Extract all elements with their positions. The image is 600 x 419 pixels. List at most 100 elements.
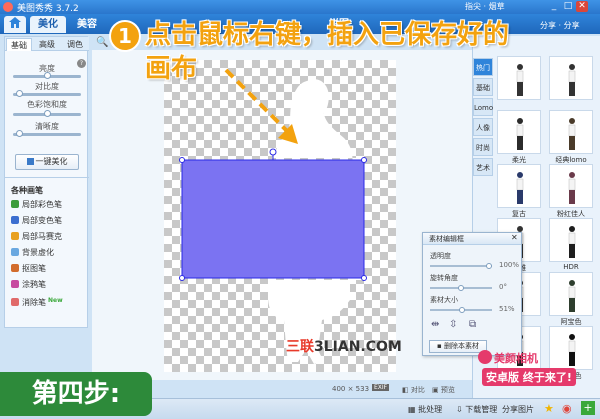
sharpness-label: 清晰度 (35, 122, 59, 131)
add-icon[interactable]: + (581, 401, 595, 415)
tab-basic[interactable]: 基础 (6, 38, 32, 51)
canvas-overlay (179, 68, 367, 365)
brush-icon (11, 248, 19, 256)
brush-item[interactable]: 涂鸦笔 (11, 279, 46, 290)
brush-label: 局部彩色笔 (22, 200, 62, 209)
effect-category-tab[interactable]: Lomo (473, 98, 493, 116)
user-info[interactable]: 指尖 · 烟草 (465, 1, 505, 12)
help-icon[interactable]: ? (77, 59, 86, 68)
material-editor-panel: 素材编辑框 ✕ 透明度 100% 旋转角度 0° 素材大小 51% ⇹ ⇳ ⧉ … (422, 232, 522, 356)
step-number-badge: 1 (109, 20, 141, 52)
download-label: 下载管理 (465, 405, 498, 414)
app-logo-icon (3, 2, 13, 12)
effect-category-tab[interactable]: 人像 (473, 118, 493, 136)
adjust-panel: 基础 高级 调色 亮度 ? 对比度 色彩饱和度 清晰度 一键美化 各种画笔 局部… (4, 36, 89, 328)
exif-badge[interactable]: EXIF (372, 384, 390, 391)
brush-label: 抠图笔 (22, 264, 46, 273)
person-figure (514, 117, 526, 151)
auto-beautify-button[interactable]: 一键美化 (15, 154, 79, 170)
layer-icon[interactable]: ⧉ (469, 319, 476, 330)
brush-item[interactable]: 消除笔 New (11, 295, 63, 307)
image-size: 400 × 533 (332, 385, 370, 393)
effect-thumbnail[interactable] (497, 56, 541, 100)
person-figure (566, 63, 578, 97)
person-figure (514, 63, 526, 97)
brush-icon (11, 280, 19, 288)
share-link[interactable]: 分享 · 分享 (540, 20, 580, 31)
instruction-text: 点击鼠标右键，插入已保存好的 画布 (145, 18, 509, 84)
brush-item[interactable]: 局部彩色笔 (11, 199, 62, 210)
flip-vertical-icon[interactable]: ⇳ (449, 319, 457, 330)
slider-knob[interactable] (43, 72, 51, 79)
effect-category-tab[interactable]: 时尚 (473, 138, 493, 156)
brush-item[interactable]: 抠图笔 (11, 263, 46, 274)
brush-label: 局部马赛克 (22, 232, 62, 241)
ad-banner[interactable]: 美颜相机 安卓版 终于来了! (474, 346, 598, 390)
slider-knob[interactable] (458, 285, 464, 291)
effect-thumbnail[interactable] (497, 110, 541, 154)
instruction-line2: 画布 (145, 54, 198, 84)
slider-knob[interactable] (43, 110, 51, 117)
effect-thumbnail[interactable] (549, 110, 593, 154)
tab-color[interactable]: 调色 (62, 38, 88, 51)
home-icon[interactable] (4, 16, 26, 33)
slider-knob[interactable] (458, 307, 465, 313)
effect-thumbnail[interactable] (549, 218, 593, 262)
contrast-slider[interactable] (13, 90, 81, 97)
batch-button[interactable]: ▦ 批处理 (408, 404, 442, 415)
close-icon[interactable]: ✕ (511, 233, 518, 242)
effect-thumbnail[interactable] (549, 272, 593, 316)
minimize-icon[interactable]: _ (548, 1, 560, 12)
transparency-slider[interactable] (430, 263, 492, 269)
delete-icon: ▪ (437, 342, 442, 350)
effect-thumbnail[interactable] (549, 56, 593, 100)
preview-button[interactable]: ▣ 预览 (432, 385, 455, 395)
slider-knob[interactable] (16, 90, 24, 97)
tab-facial[interactable]: 美容 (70, 16, 104, 33)
brush-item[interactable]: 局部马赛克 (11, 231, 62, 242)
slider-knob[interactable] (16, 130, 24, 137)
maximize-icon[interactable]: □ (562, 1, 574, 12)
rotate-handle (269, 148, 277, 156)
effect-thumbnail[interactable] (497, 164, 541, 208)
effect-category-tab[interactable]: 基础 (473, 78, 493, 96)
close-icon[interactable]: ✕ (576, 1, 588, 12)
rotation-slider[interactable] (430, 285, 492, 291)
brightness-slider[interactable] (13, 72, 81, 79)
material-editor-title: 素材编辑框 (423, 233, 521, 245)
step-caption: 第四步: (0, 372, 152, 416)
effect-category-tab[interactable]: 热门 (473, 58, 493, 76)
size-label: 素材大小 (430, 296, 458, 304)
share-label: 分享图片 (502, 405, 534, 414)
slider-knob[interactable] (486, 263, 492, 269)
sharpness-slider[interactable] (13, 130, 81, 137)
tab-advanced[interactable]: 高级 (34, 38, 60, 51)
window-title: 美图秀秀 3.7.2 (17, 4, 79, 14)
rotation-value: 0° (499, 283, 507, 291)
transparency-label: 透明度 (430, 252, 451, 260)
zoom-icon[interactable]: 🔍 (96, 37, 108, 48)
brush-item[interactable]: 背景虚化 (11, 247, 54, 258)
download-button[interactable]: ⇩ 下载管理 (456, 404, 497, 415)
brush-label: 背景虚化 (22, 248, 54, 257)
brush-item[interactable]: 局部变色笔 (11, 215, 62, 226)
effect-category-tab[interactable]: 艺术 (473, 158, 493, 176)
size-slider[interactable] (430, 307, 492, 313)
batch-icon: ▦ (408, 405, 416, 414)
brush-icon (11, 298, 19, 306)
flip-horizontal-icon[interactable]: ⇹ (431, 319, 439, 330)
effect-thumbnail[interactable] (549, 164, 593, 208)
preview-label: 预览 (440, 386, 455, 394)
effect-label: HDR (563, 263, 579, 271)
canvas-area[interactable] (92, 50, 472, 380)
star-icon[interactable]: ★ (544, 402, 554, 415)
weibo-icon[interactable]: ◉ (562, 402, 572, 415)
download-icon: ⇩ (456, 405, 463, 414)
brush-icon (11, 232, 19, 240)
adjust-tabs: 基础 高级 调色 (5, 37, 89, 51)
tab-beautify[interactable]: 美化 (30, 16, 66, 33)
rotation-label: 旋转角度 (430, 274, 458, 282)
saturation-slider[interactable] (13, 110, 81, 117)
share-button[interactable]: 分享图片 (502, 404, 534, 415)
compare-button[interactable]: ◧ 对比 (402, 385, 425, 395)
